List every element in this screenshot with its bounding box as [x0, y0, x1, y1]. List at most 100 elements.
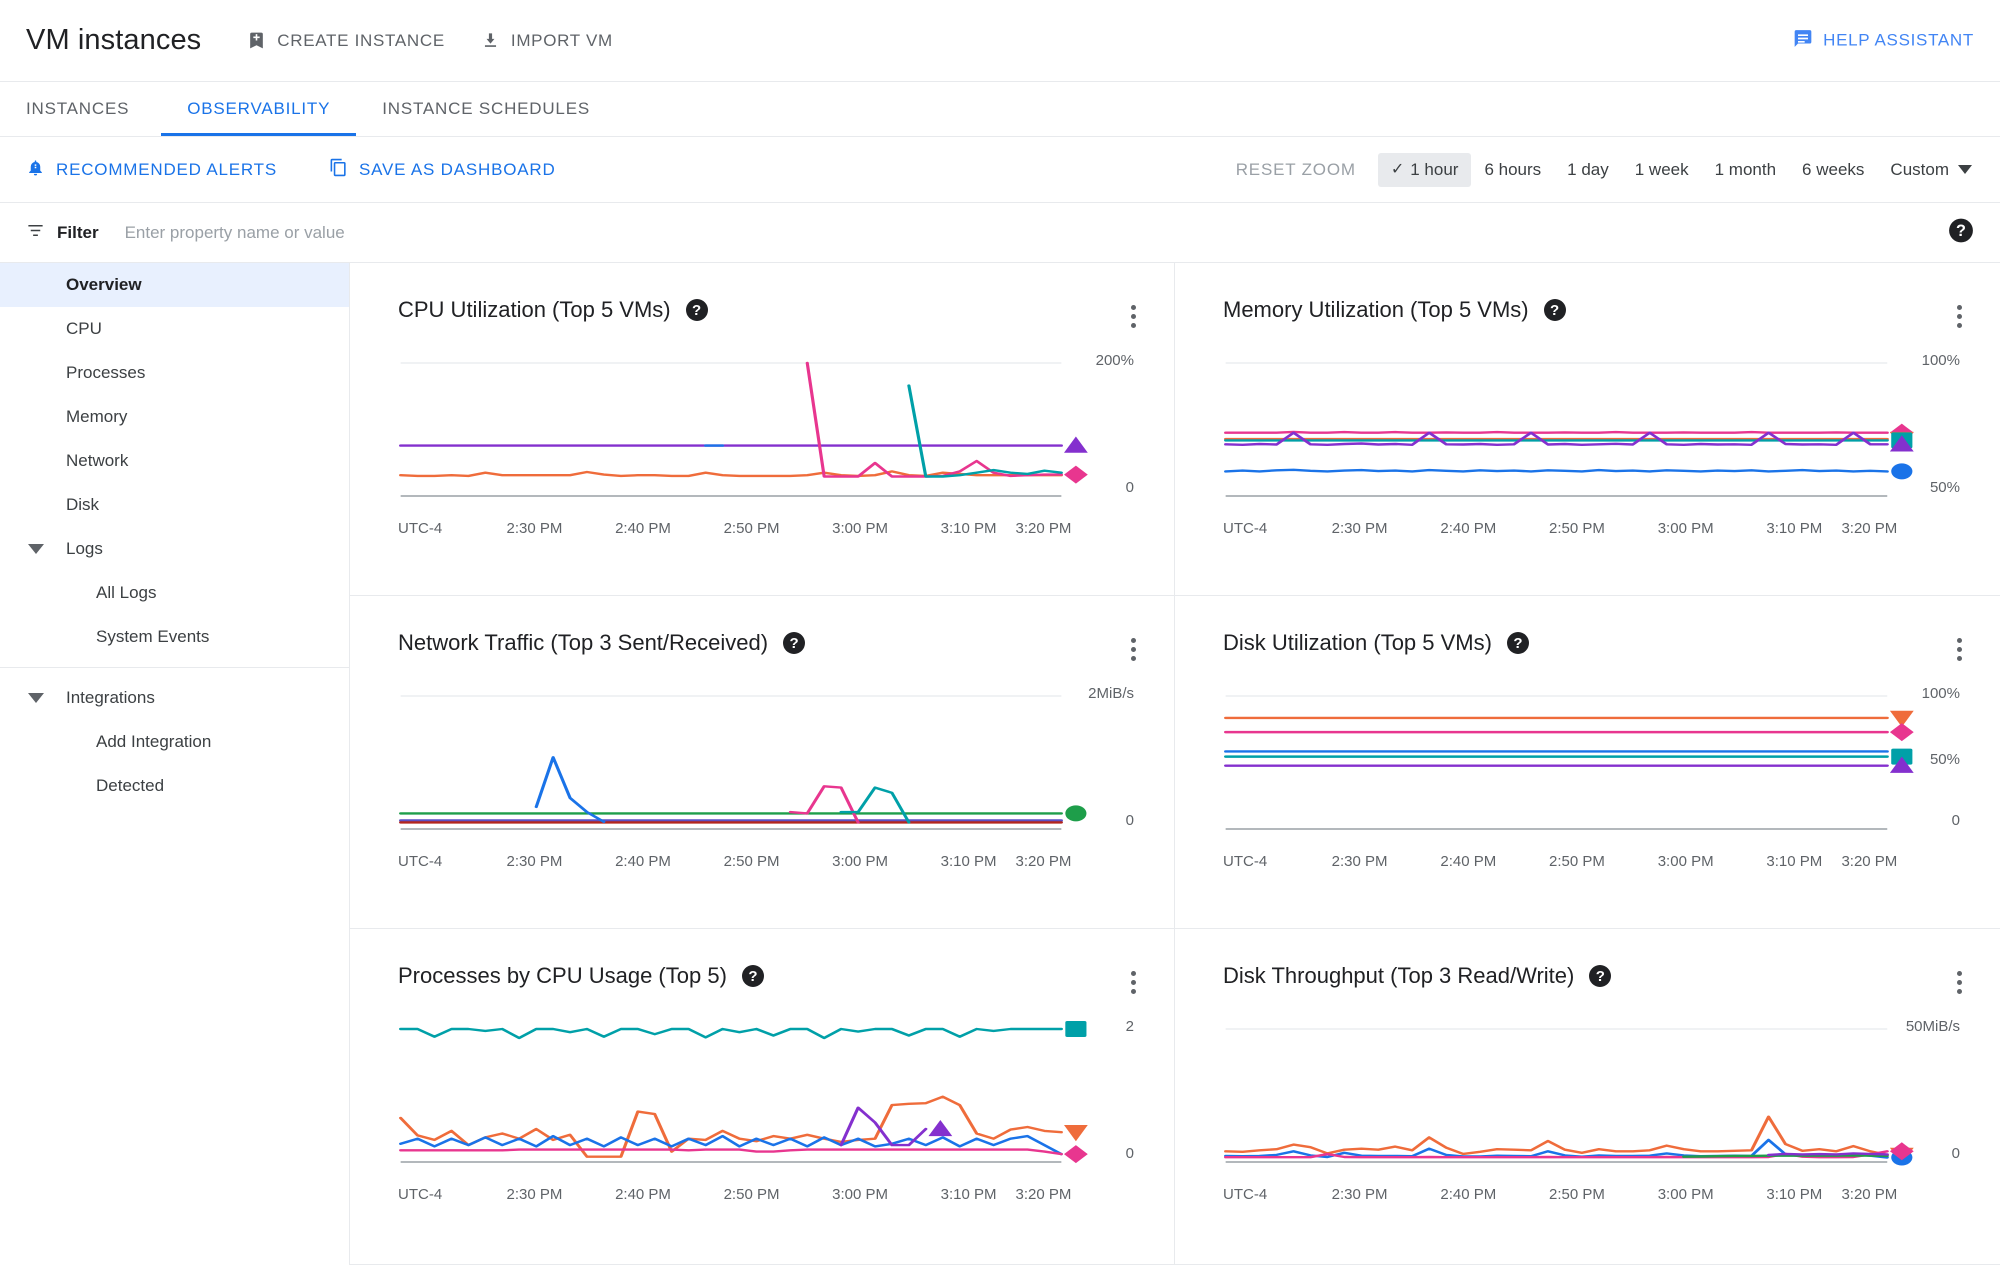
x-axis-tick: 3:00 PM — [832, 520, 888, 537]
help-icon[interactable]: ? — [1506, 632, 1529, 654]
top-bar: VM instances CREATE INSTANCE IMPORT VM H… — [0, 0, 2000, 82]
save-as-dashboard-button[interactable]: SAVE AS DASHBOARD — [329, 158, 556, 182]
y-axis-tick: 200% — [1095, 351, 1134, 369]
chart-panel-disk-utilization: Disk Utilization (Top 5 VMs)? 100% 50% 0 UTC… — [1175, 596, 2000, 929]
kebab-menu-icon[interactable] — [1953, 634, 1966, 665]
x-axis-tick: 2:30 PM — [1331, 1186, 1388, 1203]
x-axis-tick: 2:50 PM — [723, 853, 780, 870]
y-axis-tick: 0 — [1125, 479, 1134, 497]
range-option-1-day-label: 1 day — [1567, 159, 1609, 179]
kebab-menu-icon[interactable] — [1127, 301, 1140, 332]
x-axis-tick: 2:50 PM — [723, 1186, 780, 1203]
sidebar-item-label: Disk — [66, 495, 100, 514]
sidebar-item-label: Integrations — [66, 688, 155, 707]
help-icon[interactable]: ? — [1589, 965, 1612, 987]
create-instance-button[interactable]: CREATE INSTANCE — [247, 31, 445, 51]
x-axis: UTC-4 2:30 PM 2:40 PM 2:50 PM 3:00 PM 3:10 PM… — [398, 853, 1138, 873]
help-icon[interactable]: ? — [1948, 217, 1974, 248]
range-option-1-week[interactable]: 1 week — [1622, 153, 1702, 187]
chart-title: Network Traffic (Top 3 Sent/Received) — [398, 630, 769, 655]
import-vm-button[interactable]: IMPORT VM — [481, 31, 613, 51]
tab-observability[interactable]: OBSERVABILITY — [161, 82, 357, 136]
observability-toolbar: RECOMMENDED ALERTS SAVE AS DASHBOARD RES… — [0, 137, 2000, 203]
tab-instance-schedules[interactable]: INSTANCE SCHEDULES — [356, 82, 616, 136]
sidebar-item-network[interactable]: Network — [0, 439, 349, 483]
chart-header: CPU Utilization (Top 5 VMs)? — [398, 297, 1138, 323]
sidebar-item-label: Memory — [66, 407, 128, 426]
tab-instances[interactable]: INSTANCES — [26, 82, 161, 136]
x-axis-tick: UTC-4 — [398, 1186, 443, 1203]
x-axis-tick: 2:40 PM — [1440, 520, 1497, 537]
sidebar-item-detected[interactable]: Detected — [0, 764, 349, 808]
x-axis-tick: 2:40 PM — [1440, 853, 1497, 870]
range-option-1-day[interactable]: 1 day — [1554, 153, 1622, 187]
kebab-menu-icon[interactable] — [1127, 967, 1140, 998]
y-axis-tick: 0 — [1125, 812, 1134, 830]
filter-input[interactable] — [124, 222, 645, 243]
range-option-custom-label: Custom — [1890, 159, 1949, 179]
x-axis-tick: 3:00 PM — [1657, 520, 1714, 537]
caret-down-icon[interactable] — [28, 693, 44, 703]
y-axis-tick: 100% — [1921, 351, 1960, 369]
sidebar-item-memory[interactable]: Memory — [0, 395, 349, 439]
sidebar-item-label: Processes — [66, 363, 146, 382]
caret-down-icon[interactable] — [28, 544, 44, 554]
chart-plot-area: 50MiB/s 0 UTC-4 2:30 PM 2:40 PM 2:50 PM 3:00 P… — [1223, 1007, 1964, 1222]
import-icon — [481, 31, 500, 50]
x-axis-tick: 2:30 PM — [1331, 520, 1388, 537]
reset-zoom-button[interactable]: RESET ZOOM — [1236, 160, 1356, 180]
help-icon[interactable]: ? — [741, 965, 764, 987]
chart-svg — [399, 361, 1088, 497]
help-icon[interactable]: ? — [783, 632, 806, 654]
x-axis-tick: 3:10 PM — [940, 853, 997, 870]
sidebar-item-processes[interactable]: Processes — [0, 351, 349, 395]
range-option-6-hours[interactable]: 6 hours — [1471, 153, 1554, 187]
tab-instances-label: INSTANCES — [26, 99, 130, 118]
x-axis-tick: 2:40 PM — [615, 1186, 671, 1203]
time-range-selector: RESET ZOOM ✓ 1 hour 6 hours 1 day 1 week… — [1236, 152, 1974, 187]
kebab-menu-icon[interactable] — [1953, 301, 1966, 332]
chart-plot-area: 200% 0 UTC-4 2:30 PM 2:40 PM 2:50 PM 3:00 PM 3:… — [398, 341, 1138, 556]
sidebar-item-disk[interactable]: Disk — [0, 483, 349, 527]
x-axis-tick: 2:40 PM — [615, 520, 671, 537]
chart-title: Disk Utilization (Top 5 VMs) — [1223, 630, 1492, 655]
y-axis-tick: 50% — [1929, 751, 1960, 768]
x-axis-tick: UTC-4 — [398, 853, 443, 870]
chart-header: Network Traffic (Top 3 Sent/Received)? — [398, 630, 1138, 656]
x-axis-tick: 3:00 PM — [1657, 1186, 1714, 1203]
range-option-6-weeks[interactable]: 6 weeks — [1789, 153, 1877, 187]
chart-svg — [1224, 1028, 1914, 1166]
x-axis: UTC-4 2:30 PM 2:40 PM 2:50 PM 3:00 PM 3:10 PM… — [1223, 853, 1964, 873]
help-assistant-button[interactable]: HELP ASSISTANT — [1793, 28, 1974, 53]
kebab-menu-icon[interactable] — [1127, 634, 1140, 665]
x-axis-tick: 2:30 PM — [506, 520, 563, 537]
sidebar-item-label: All Logs — [96, 583, 157, 602]
sidebar-item-overview[interactable]: Overview — [0, 263, 349, 307]
sidebar-item-logs[interactable]: Logs — [0, 527, 349, 571]
sidebar-item-all-logs[interactable]: All Logs — [0, 571, 349, 615]
range-option-custom[interactable]: Custom — [1877, 153, 1974, 187]
chart-header: Memory Utilization (Top 5 VMs)? — [1223, 297, 1964, 323]
help-icon[interactable]: ? — [685, 299, 708, 321]
range-option-1-month[interactable]: 1 month — [1702, 153, 1789, 187]
chart-panel-cpu-utilization: CPU Utilization (Top 5 VMs)? 200% 0 UTC-4 2:… — [350, 263, 1175, 596]
sidebar-item-label: Logs — [66, 539, 103, 558]
recommended-alerts-button[interactable]: RECOMMENDED ALERTS — [26, 158, 277, 182]
sidebar-item-integrations[interactable]: Integrations — [0, 676, 349, 720]
sidebar-item-cpu[interactable]: CPU — [0, 307, 349, 351]
filter-icon — [26, 221, 45, 245]
sidebar-item-add-integration[interactable]: Add Integration — [0, 720, 349, 764]
range-option-1-hour[interactable]: ✓ 1 hour — [1377, 152, 1472, 187]
y-axis-tick: 100% — [1921, 684, 1960, 702]
x-axis-tick: 2:50 PM — [1549, 1186, 1605, 1203]
help-icon[interactable]: ? — [1543, 299, 1566, 321]
kebab-menu-icon[interactable] — [1953, 967, 1966, 998]
filter-label-group: Filter — [26, 221, 99, 245]
x-axis-tick: UTC-4 — [1223, 520, 1268, 537]
sidebar-item-system-events[interactable]: System Events — [0, 615, 349, 659]
x-axis-tick: 3:00 PM — [832, 1186, 888, 1203]
x-axis-tick: 3:20 PM — [1841, 520, 1898, 537]
x-axis-tick: 3:10 PM — [940, 1186, 997, 1203]
sidebar-item-label: Detected — [96, 776, 165, 795]
chart-title: Disk Throughput (Top 3 Read/Write) — [1223, 963, 1575, 988]
